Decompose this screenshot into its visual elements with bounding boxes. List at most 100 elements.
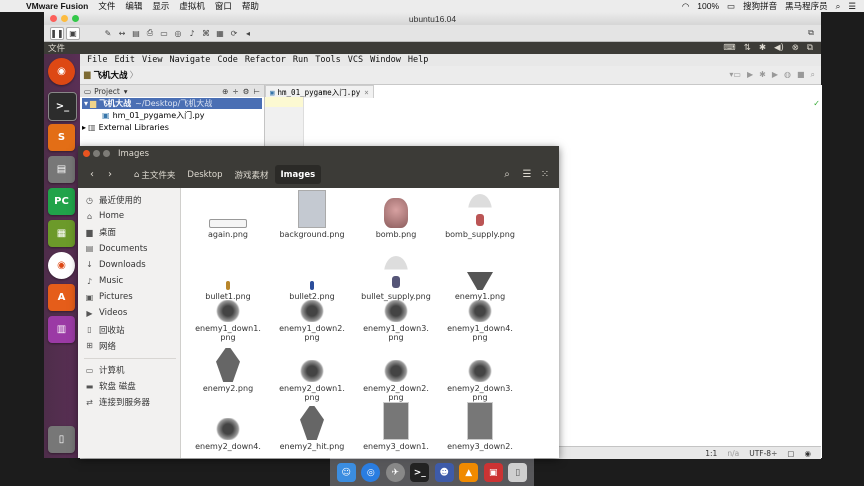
printer-icon[interactable]: ⎙ [144, 28, 156, 39]
file-item[interactable]: background.png [270, 190, 354, 239]
cd-icon[interactable]: ◎ [172, 28, 184, 39]
file-item[interactable]: again.png [186, 192, 270, 239]
files-icon[interactable]: ▤ [48, 156, 75, 183]
app-menu[interactable]: VMware Fusion [26, 1, 88, 11]
scroll-from-source-icon[interactable]: ⊕ [222, 87, 228, 96]
chevron-left-icon[interactable]: ◂ [242, 28, 254, 39]
wrench-icon[interactable]: ✎ [102, 28, 114, 39]
file-item[interactable]: enemy2_hit.png [270, 404, 354, 451]
snapshot-icon[interactable]: ▣ [66, 26, 80, 40]
sidebar-item[interactable]: ⊞ 网络 [84, 340, 116, 352]
file-item[interactable]: enemy2_down1. png [270, 346, 354, 402]
inspector-icon[interactable]: ◉ [804, 449, 811, 458]
menu-file[interactable]: 文件 [98, 0, 115, 12]
pycharm-icon[interactable]: PC [48, 188, 75, 215]
search-icon[interactable]: ⌕ [836, 1, 841, 12]
input-method[interactable]: 搜狗拼音 [743, 0, 777, 12]
debug-icon[interactable]: ✱ [759, 70, 766, 80]
breadcrumb-assets[interactable]: 游戏素材 [228, 165, 274, 184]
zoom-icon[interactable] [72, 15, 79, 22]
status-position[interactable]: 1:1 [705, 449, 717, 458]
sidebar-item[interactable]: ⌂ Home [84, 210, 124, 222]
arrows-icon[interactable]: ↔ [116, 28, 128, 39]
sidebar-item[interactable]: ▭ 计算机 [84, 364, 125, 377]
minimize-icon[interactable] [93, 150, 100, 157]
vlc-icon[interactable]: ▲ [459, 463, 479, 482]
sidebar-item[interactable]: ⇄ 连接到服务器 [84, 396, 150, 409]
sidebar-item[interactable]: ▆ 桌面 [84, 226, 116, 239]
py-menu-refactor[interactable]: Refactor [245, 55, 286, 65]
file-item[interactable]: enemy3_down1. [354, 402, 438, 451]
file-item[interactable]: enemy1_down3. png [354, 296, 438, 342]
terminal-icon[interactable]: >_ [48, 92, 77, 121]
sidebar-item[interactable]: ♪ Music [84, 275, 123, 287]
file-item[interactable]: enemy2_down2. png [354, 346, 438, 402]
back-icon[interactable]: ‹ [84, 166, 100, 183]
restore-icon[interactable]: ⧉ [807, 43, 813, 53]
file-item[interactable]: bomb_supply.png [438, 192, 522, 239]
stop-icon[interactable]: ■ [797, 70, 805, 80]
run-icon[interactable]: ▶ [747, 70, 753, 80]
menu-list-icon[interactable]: ☰ [848, 1, 856, 12]
py-menu-navigate[interactable]: Navigate [169, 55, 210, 65]
search-everywhere-icon[interactable]: ⌕ [811, 70, 815, 80]
sync-icon[interactable]: ⟳ [228, 28, 240, 39]
sidebar-item[interactable]: ◷ 最近使用的 [84, 194, 142, 207]
file-item[interactable]: enemy2_down4. [186, 404, 270, 451]
menu-vm[interactable]: 虚拟机 [179, 0, 205, 12]
menu-window[interactable]: 窗口 [215, 0, 232, 12]
close-icon[interactable] [50, 15, 57, 22]
list-view-icon[interactable]: ☰ [519, 166, 535, 183]
gear-icon[interactable]: ⚙ [243, 87, 250, 96]
trash-dock-icon[interactable]: ▯ [508, 463, 528, 482]
chrome-icon[interactable]: ◉ [48, 252, 75, 279]
run-config-dropdown[interactable]: ▾▭ [729, 70, 741, 80]
breadcrumb-desktop[interactable]: Desktop [181, 165, 228, 184]
menu-view[interactable]: 显示 [152, 0, 169, 12]
file-item[interactable]: bullet_supply.png [354, 254, 438, 301]
close-icon[interactable]: ⊗ [792, 43, 799, 53]
finder-icon[interactable]: ☺ [336, 463, 356, 482]
sidebar-item[interactable]: ▬ 软盘 磁盘 [84, 380, 136, 393]
fullscreen-icon[interactable]: ⧉ [805, 28, 817, 39]
dropdown-icon[interactable]: ▾ [124, 87, 128, 96]
py-menu-run[interactable]: Run [293, 55, 308, 65]
grid-view-icon[interactable]: ⁙ [537, 166, 553, 183]
py-menu-window[interactable]: Window [370, 55, 401, 65]
file-item[interactable]: enemy2_down3. png [438, 346, 522, 402]
tree-file[interactable]: ▣ hm_01_pygame入门.py [102, 110, 204, 121]
sidebar-item[interactable]: ▣ Pictures [84, 291, 133, 303]
sidebar-item[interactable]: ▶ Videos [84, 307, 127, 319]
file-item[interactable]: bomb.png [354, 192, 438, 239]
sidebar-item[interactable]: ▤ Documents [84, 243, 148, 255]
volume-icon[interactable]: ◀) [774, 43, 784, 53]
close-icon[interactable] [83, 150, 90, 157]
launchpad-icon[interactable]: ✈ [385, 463, 405, 482]
breadcrumb-home[interactable]: ⌂ 主文件夹 [128, 165, 181, 184]
minimize-icon[interactable] [61, 15, 68, 22]
profile-icon[interactable]: ◍ [784, 70, 791, 80]
user-name[interactable]: 黑马程序员 [785, 0, 828, 12]
network-icon[interactable]: ⇅ [744, 43, 751, 53]
py-menu-file[interactable]: File [87, 55, 107, 65]
terminal-dock-icon[interactable]: >_ [410, 463, 430, 482]
menu-edit[interactable]: 编辑 [125, 0, 142, 12]
nav-project[interactable]: 飞机大战 [94, 69, 128, 81]
menu-help[interactable]: 帮助 [242, 0, 259, 12]
py-menu-vcs[interactable]: VCS [348, 55, 363, 65]
file-item[interactable]: bullet2.png [270, 254, 354, 301]
lock-icon[interactable]: ▢ [787, 449, 794, 458]
hide-icon[interactable]: ⊢ [253, 87, 260, 96]
file-item[interactable]: bullet1.png [186, 254, 270, 301]
keyboard-icon[interactable]: ⌨ [723, 43, 735, 53]
safari-icon[interactable]: ◎ [361, 463, 381, 482]
file-item[interactable]: enemy1_down1. png [186, 296, 270, 342]
collapse-icon[interactable]: ÷ [232, 87, 238, 96]
file-item[interactable]: enemy2.png [186, 346, 270, 393]
pause-icon[interactable]: ❚❚ [50, 26, 64, 40]
maximize-icon[interactable] [103, 150, 110, 157]
file-item[interactable]: enemy3_down2. [438, 402, 522, 451]
workspace-icon[interactable]: ▥ [48, 316, 75, 343]
wifi-icon[interactable]: ◠ [682, 1, 689, 12]
status-encoding[interactable]: UTF-8÷ [749, 449, 777, 458]
